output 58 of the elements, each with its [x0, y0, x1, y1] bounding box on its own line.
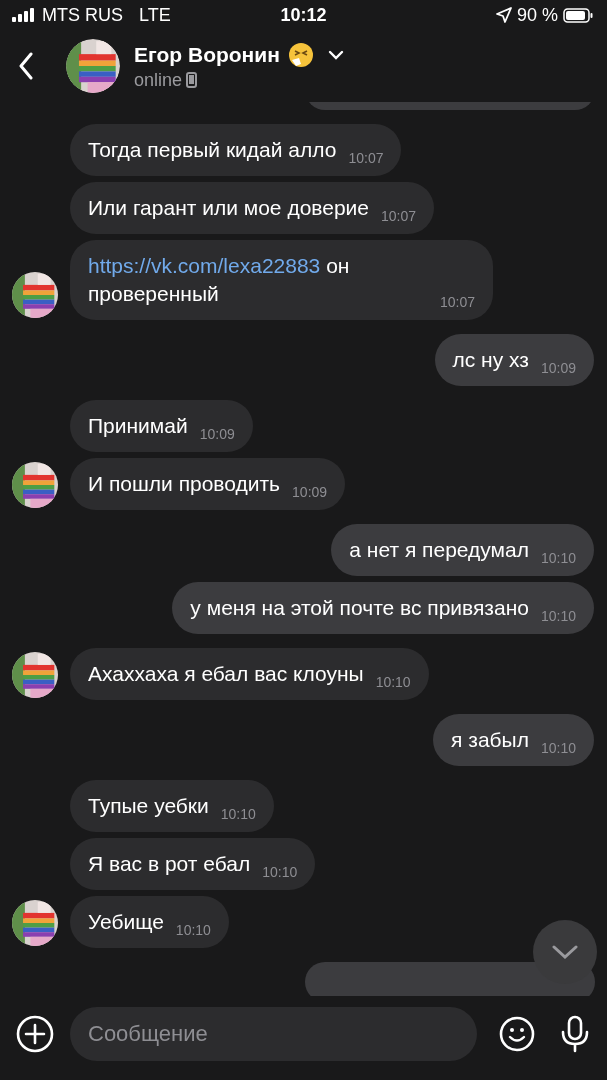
message-text: а нет я передумал — [349, 537, 529, 563]
message-time: 10:10 — [540, 607, 576, 625]
chevron-down-icon[interactable] — [327, 49, 344, 60]
battery-percent: 90 % — [516, 4, 558, 26]
contact-status: online — [134, 69, 183, 91]
message-bubble[interactable]: у меня на этой почте вс привязано 10:10 — [172, 582, 594, 634]
message-time: 10:10 — [540, 739, 576, 757]
message-time: 10:09 — [199, 425, 235, 443]
microphone-icon[interactable] — [559, 1015, 591, 1053]
message-time: 10:07 — [440, 293, 476, 311]
carrier-name: MTS RUS — [42, 4, 123, 26]
message-text: Принимай — [88, 413, 188, 439]
link[interactable]: https://vk.com/lexa22883 — [88, 254, 321, 277]
battery-icon — [563, 7, 593, 23]
chevron-down-icon — [552, 945, 578, 959]
message-text: лс ну хз — [452, 347, 529, 373]
message-time: 10:09 — [292, 483, 328, 501]
message-text: Тогда первый кидай алло — [88, 137, 337, 163]
signal-icon — [12, 8, 36, 22]
message-text: я забыл — [451, 727, 529, 753]
message-time: 10:10 — [375, 673, 411, 691]
message-time: 10:07 — [348, 149, 384, 167]
message-bubble[interactable]: Я вас в рот ебал 10:10 — [70, 838, 316, 890]
message-time: 10:10 — [262, 863, 298, 881]
message-text: Я вас в рот ебал — [88, 851, 251, 877]
add-icon[interactable] — [16, 1015, 54, 1053]
back-icon — [18, 52, 34, 80]
network-type: LTE — [139, 4, 171, 26]
message-time: 10:09 — [540, 359, 576, 377]
message-time: 10:10 — [175, 921, 211, 939]
clock: 10:12 — [280, 4, 327, 25]
message-text: Или гарант или мое доверие — [88, 195, 369, 221]
message-bubble[interactable]: а нет я передумал 10:10 — [331, 524, 594, 576]
message-text: Ахаххаха я ебал вас клоуны — [88, 661, 364, 687]
emoji-icon — [287, 41, 314, 68]
location-icon — [495, 7, 512, 23]
message-bubble[interactable]: Принимай 10:09 — [70, 400, 253, 452]
message-field[interactable]: Сообщение — [70, 1007, 477, 1061]
message-bubble[interactable]: Ахаххаха я ебал вас клоуны 10:10 — [70, 648, 429, 700]
contact-name[interactable]: Егор Воронин — [134, 42, 280, 67]
message-time: 10:10 — [220, 805, 256, 823]
message-bubble[interactable]: я забыл 10:10 — [433, 714, 594, 766]
message-text: https://vk.com/lexa22883 он проверенный — [88, 253, 351, 307]
message-bubble[interactable]: лс ну хз 10:09 — [434, 334, 594, 386]
message-time: 10:10 — [540, 549, 576, 567]
phone-icon — [186, 72, 198, 88]
message-bubble[interactable]: Уебище 10:10 — [70, 896, 229, 948]
message-bubble[interactable]: https://vk.com/lexa22883 он проверенный 10:07 — [70, 240, 494, 320]
message-bubble[interactable]: Тогда первый кидай алло 10:07 — [70, 124, 402, 176]
message-time: 10:07 — [381, 207, 417, 225]
message-text: у меня на этой почте вс привязано — [190, 595, 529, 621]
message-text: Тупые уебки — [88, 793, 209, 819]
message-bubble[interactable]: Или гарант или мое доверие 10:07 — [70, 182, 435, 234]
message-bubble[interactable]: Тупые уебки 10:10 — [70, 780, 274, 832]
message-bubble[interactable]: И пошли проводить 10:09 — [70, 458, 346, 510]
smile-icon[interactable] — [499, 1016, 535, 1052]
message-text: И пошли проводить — [88, 471, 281, 497]
message-text: Уебище — [88, 909, 164, 935]
